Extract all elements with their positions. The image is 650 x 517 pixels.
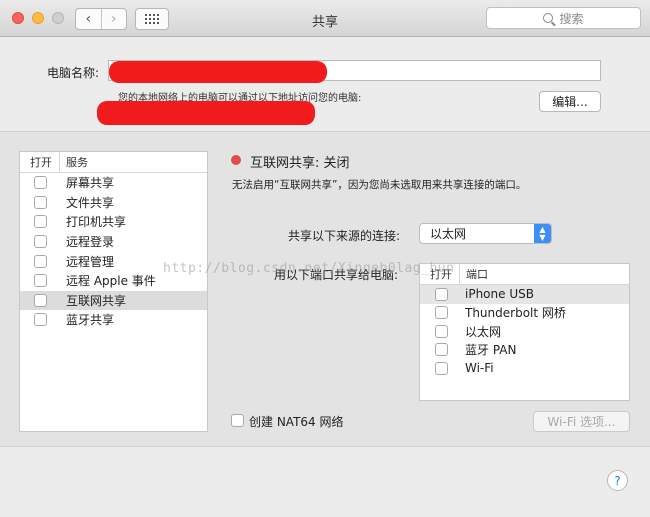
column-header-service[interactable]: 服务: [60, 154, 88, 170]
search-placeholder: 搜索: [559, 11, 584, 26]
service-list-header: 打开 服务: [20, 152, 207, 173]
port-checkbox[interactable]: [435, 361, 448, 375]
port-row-ethernet[interactable]: 以太网: [420, 322, 629, 341]
port-list: 打开 端口 iPhone USB Thunderbolt 网桥 以太网 蓝牙 P…: [419, 263, 630, 401]
service-label: 打印机共享: [66, 215, 127, 230]
service-row-remote-login[interactable]: 远程登录: [20, 232, 207, 252]
port-label: Wi-Fi: [465, 361, 494, 376]
service-checkbox[interactable]: [34, 274, 47, 288]
port-row-thunderbolt-bridge[interactable]: Thunderbolt 网桥: [420, 304, 629, 323]
port-row-iphone-usb[interactable]: iPhone USB: [420, 285, 629, 304]
service-checkbox[interactable]: [34, 293, 47, 307]
service-checkbox[interactable]: [34, 313, 47, 327]
edit-button[interactable]: 编辑...: [539, 91, 601, 112]
service-label: 远程 Apple 事件: [66, 274, 156, 289]
share-source-popup[interactable]: 以太网 ▲ ▼: [419, 223, 552, 244]
port-checkbox[interactable]: [435, 306, 448, 320]
column-header-port[interactable]: 端口: [460, 266, 488, 282]
service-label: 互联网共享: [66, 293, 127, 308]
service-checkbox[interactable]: [34, 235, 47, 249]
service-label: 屏幕共享: [66, 176, 115, 191]
service-row-printer-sharing[interactable]: 打印机共享: [20, 212, 207, 232]
status-indicator-icon: [231, 155, 241, 165]
status-description: 无法启用“互联网共享”，因为您尚未选取用来共享连接的端口。: [232, 179, 527, 191]
service-row-bluetooth-sharing[interactable]: 蓝牙共享: [20, 310, 207, 330]
share-source-label: 共享以下来源的连接:: [288, 229, 401, 243]
port-label: Thunderbolt 网桥: [465, 306, 566, 321]
service-row-screen-sharing[interactable]: 屏幕共享: [20, 173, 207, 193]
port-row-bluetooth-pan[interactable]: 蓝牙 PAN: [420, 341, 629, 360]
service-list: 打开 服务 屏幕共享 文件共享 打印机共享 远程登录 远程管理 远程 Apple…: [19, 151, 208, 432]
service-row-file-sharing[interactable]: 文件共享: [20, 193, 207, 213]
port-row-wifi[interactable]: Wi-Fi: [420, 359, 629, 378]
search-field[interactable]: 搜索: [486, 7, 641, 29]
redaction-mark: [97, 101, 315, 125]
share-source-value: 以太网: [430, 227, 467, 241]
watermark-text: http://blog.csdn.net/Xingeb0lag_hun: [163, 261, 455, 276]
port-label: 以太网: [465, 324, 502, 339]
port-checkbox[interactable]: [435, 287, 448, 301]
port-checkbox[interactable]: [435, 343, 448, 357]
popup-arrows-icon: ▲ ▼: [534, 224, 551, 243]
help-button[interactable]: ?: [607, 470, 628, 491]
port-label: iPhone USB: [465, 287, 534, 302]
service-label: 远程管理: [66, 254, 115, 269]
status-title: 互联网共享: 关闭: [250, 156, 350, 171]
service-label: 远程登录: [66, 235, 115, 250]
service-label: 蓝牙共享: [66, 313, 115, 328]
column-header-on[interactable]: 打开: [20, 152, 60, 172]
title-bar: ‹ › 共享 搜索: [0, 0, 650, 37]
service-checkbox[interactable]: [34, 195, 47, 209]
wifi-options-button[interactable]: Wi-Fi 选项...: [533, 411, 630, 432]
service-checkbox[interactable]: [34, 215, 47, 229]
search-icon: [543, 13, 554, 23]
port-checkbox[interactable]: [435, 324, 448, 338]
service-checkbox[interactable]: [34, 176, 47, 190]
port-label: 蓝牙 PAN: [465, 343, 517, 358]
redaction-mark: [109, 61, 327, 83]
nat64-label: 创建 NAT64 网络: [249, 415, 344, 429]
computer-name-label: 电脑名称:: [47, 66, 100, 80]
nat64-checkbox[interactable]: [231, 414, 244, 427]
service-checkbox[interactable]: [34, 254, 47, 268]
service-row-internet-sharing[interactable]: 互联网共享: [20, 290, 207, 311]
service-label: 文件共享: [66, 195, 115, 210]
